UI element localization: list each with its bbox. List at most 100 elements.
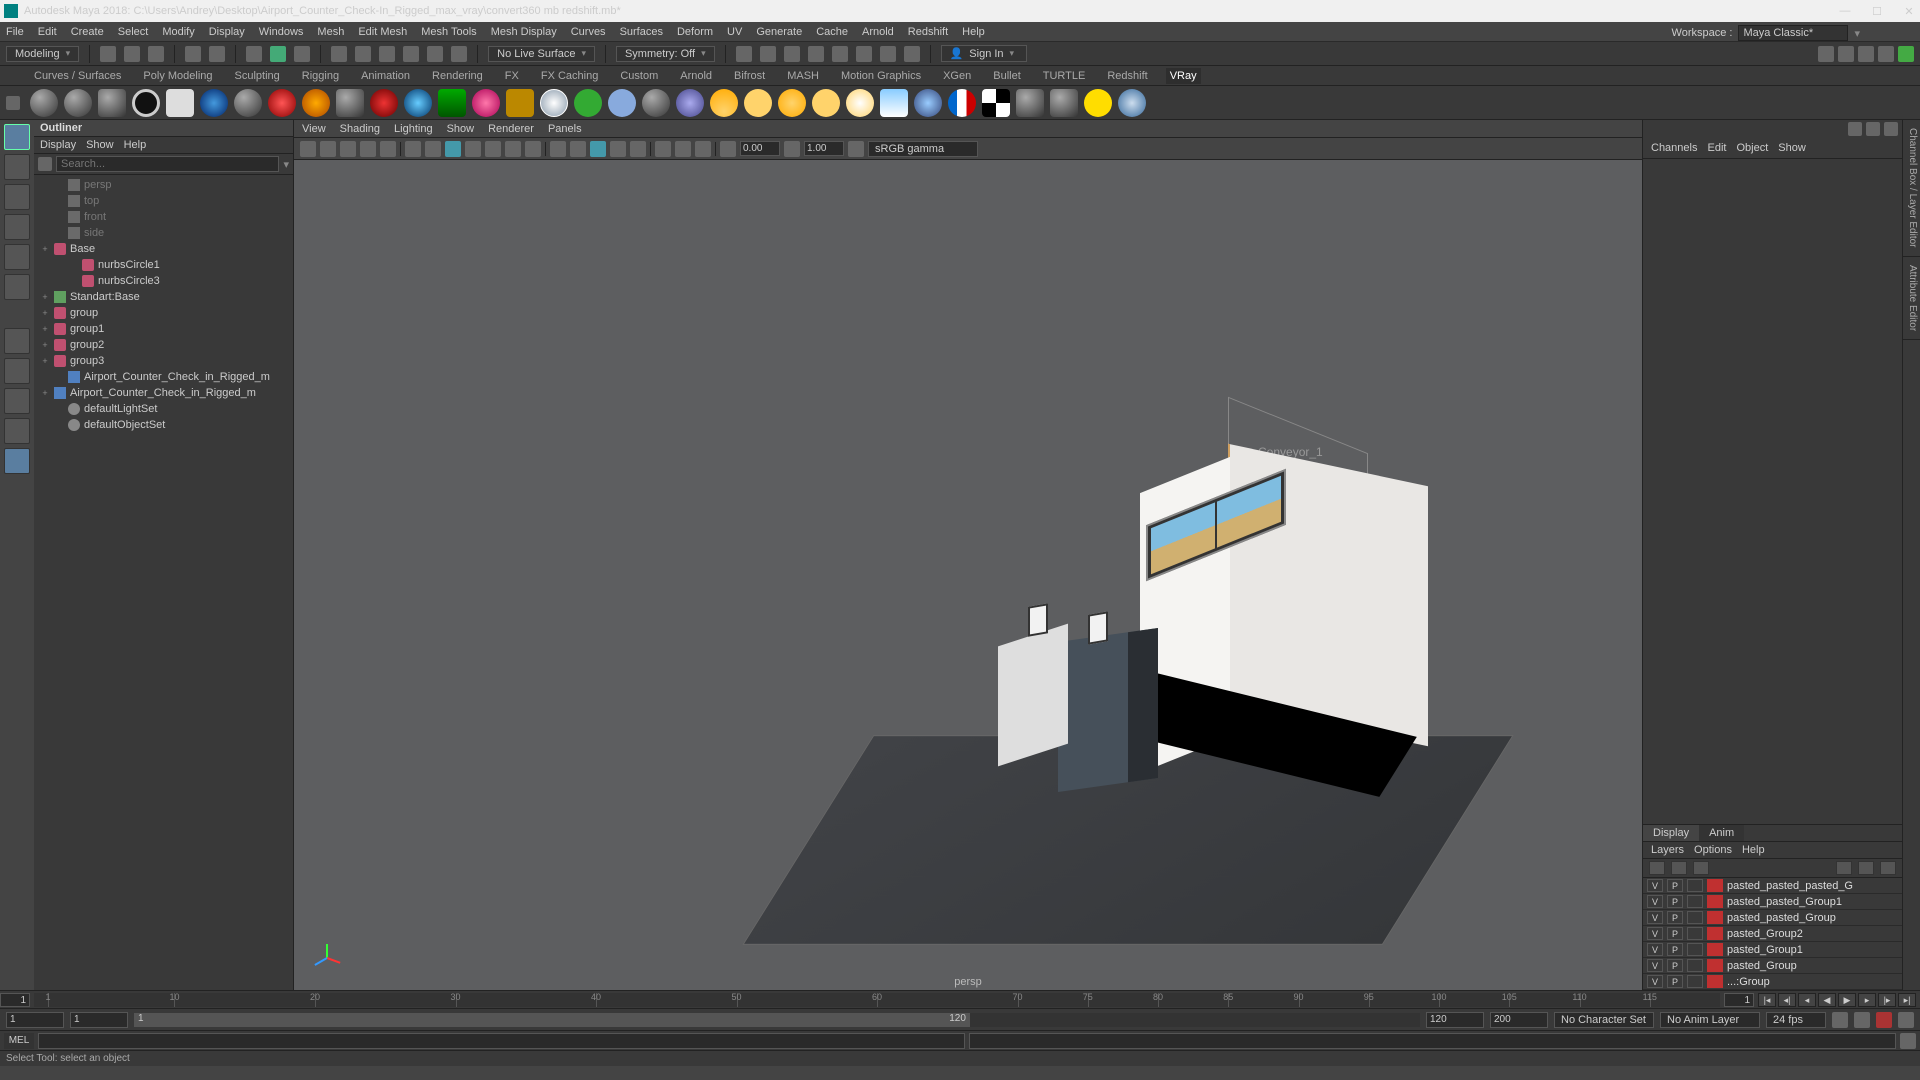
outliner-item[interactable]: +group2 [34,337,293,353]
layer-visibility-toggle[interactable]: V [1647,975,1663,988]
outliner-item[interactable]: Airport_Counter_Check_in_Rigged_m [34,369,293,385]
outliner-item[interactable]: side [34,225,293,241]
layer-menu-layers[interactable]: Layers [1651,844,1684,856]
menu-modify[interactable]: Modify [162,26,194,38]
shelf-tab-arnold[interactable]: Arnold [676,68,716,84]
side-tab-attribute-editor[interactable]: Attribute Editor [1903,257,1920,340]
layer-visibility-toggle[interactable]: V [1647,879,1663,892]
layer-playback-toggle[interactable]: P [1667,895,1683,908]
time-slider[interactable]: 1102030405060707580859095100105110115 [34,993,1720,1007]
vray-shelf-icon-5[interactable] [166,89,194,117]
step-fwd-key-button[interactable]: |▸ [1878,993,1896,1007]
shelf-toggle-icon[interactable] [6,96,20,110]
outliner-item[interactable]: top [34,193,293,209]
layer-playback-toggle[interactable]: P [1667,959,1683,972]
expand-icon[interactable]: + [40,340,50,350]
shelf-tab-motion-graphics[interactable]: Motion Graphics [837,68,925,84]
layer-display-type[interactable] [1687,895,1703,908]
vp-isolate-icon[interactable] [655,141,671,157]
expand-icon[interactable]: + [40,292,50,302]
vp-textured-icon[interactable] [590,141,606,157]
menu-surfaces[interactable]: Surfaces [620,26,663,38]
save-scene-icon[interactable] [148,46,164,62]
menu-redshift[interactable]: Redshift [908,26,948,38]
outliner-menu-show[interactable]: Show [86,139,114,151]
layer-visibility-toggle[interactable]: V [1647,911,1663,924]
play-icon[interactable] [880,46,896,62]
layer-tab-display[interactable]: Display [1643,825,1699,841]
shelf-tab-custom[interactable]: Custom [616,68,662,84]
layout-icon-3[interactable] [1858,46,1874,62]
vp-film-gate-icon[interactable] [425,141,441,157]
vp-menu-renderer[interactable]: Renderer [488,123,534,135]
prefs-icon[interactable] [1898,1012,1914,1028]
vray-shelf-icon-11[interactable] [370,89,398,117]
layer-color-swatch[interactable] [1707,879,1723,892]
vp-cm-icon[interactable] [848,141,864,157]
workspace-chevron-icon[interactable]: ▾ [1854,27,1860,40]
vp-lights-icon[interactable] [610,141,626,157]
shelf-tab-curves-surfaces[interactable]: Curves / Surfaces [30,68,125,84]
vp-gate-mask-icon[interactable] [465,141,481,157]
layout-two-stacked[interactable] [4,418,30,444]
range-slider[interactable]: 1120 [134,1013,1420,1027]
layer-btn-2[interactable] [1671,861,1687,875]
layer-color-swatch[interactable] [1707,975,1723,988]
expand-icon[interactable]: + [40,244,50,254]
menu-mesh-display[interactable]: Mesh Display [491,26,557,38]
menu-cache[interactable]: Cache [816,26,848,38]
pause-icon[interactable] [904,46,920,62]
shelf-tab-rendering[interactable]: Rendering [428,68,487,84]
lasso-tool[interactable] [4,154,30,180]
layer-btn-1[interactable] [1649,861,1665,875]
outliner-filter-icon[interactable] [38,157,52,171]
vray-shelf-icon-30[interactable] [1016,89,1044,117]
vp-gamma-field[interactable] [804,141,844,156]
layer-row[interactable]: VPpasted_pasted_pasted_G [1643,878,1902,894]
shelf-tab-fx[interactable]: FX [501,68,523,84]
menu-deform[interactable]: Deform [677,26,713,38]
script-editor-icon[interactable] [1900,1033,1916,1049]
range-opt-icon-2[interactable] [1854,1012,1870,1028]
vp-image-plane-icon[interactable] [340,141,356,157]
menu-mesh[interactable]: Mesh [317,26,344,38]
cb-icon-2[interactable] [1866,122,1880,136]
workspace-dropdown[interactable] [1738,25,1848,41]
outliner-item[interactable]: nurbsCircle1 [34,257,293,273]
vray-shelf-icon-16[interactable] [540,89,568,117]
shelf-tab-vray[interactable]: VRay [1166,68,1201,84]
vp-exposure-field[interactable] [740,141,780,156]
vp-menu-panels[interactable]: Panels [548,123,582,135]
vray-shelf-icon-15[interactable] [506,89,534,117]
layer-color-swatch[interactable] [1707,959,1723,972]
vp-shadows-icon[interactable] [630,141,646,157]
vp-grid-icon[interactable] [405,141,421,157]
layer-display-type[interactable] [1687,943,1703,956]
hypershade-icon[interactable] [856,46,872,62]
vp-menu-view[interactable]: View [302,123,326,135]
step-back-button[interactable]: ◂ [1798,993,1816,1007]
minimize-button[interactable]: — [1838,5,1852,18]
cb-menu-object[interactable]: Object [1736,142,1768,154]
menu-display[interactable]: Display [209,26,245,38]
layer-playback-toggle[interactable]: P [1667,975,1683,988]
vp-menu-shading[interactable]: Shading [340,123,380,135]
expand-icon[interactable]: + [40,324,50,334]
vp-color-mgmt-dropdown[interactable]: sRGB gamma [868,141,978,157]
shelf-tab-fx-caching[interactable]: FX Caching [537,68,602,84]
vp-bookmark-icon[interactable] [320,141,336,157]
step-fwd-button[interactable]: ▸ [1858,993,1876,1007]
layer-row[interactable]: VPpasted_Group2 [1643,926,1902,942]
layout-icon-1[interactable] [1818,46,1834,62]
close-button[interactable]: ✕ [1902,5,1916,18]
layer-display-type[interactable] [1687,879,1703,892]
command-lang-button[interactable]: MEL [4,1033,34,1049]
layer-btn-3[interactable] [1693,861,1709,875]
layer-row[interactable]: VP...:Group [1643,974,1902,990]
vray-shelf-icon-32[interactable] [1084,89,1112,117]
outliner-menu-help[interactable]: Help [124,139,147,151]
layer-playback-toggle[interactable]: P [1667,879,1683,892]
paint-select-tool[interactable] [4,184,30,210]
vray-shelf-icon-1[interactable] [30,89,58,117]
vp-xray-icon[interactable] [675,141,691,157]
